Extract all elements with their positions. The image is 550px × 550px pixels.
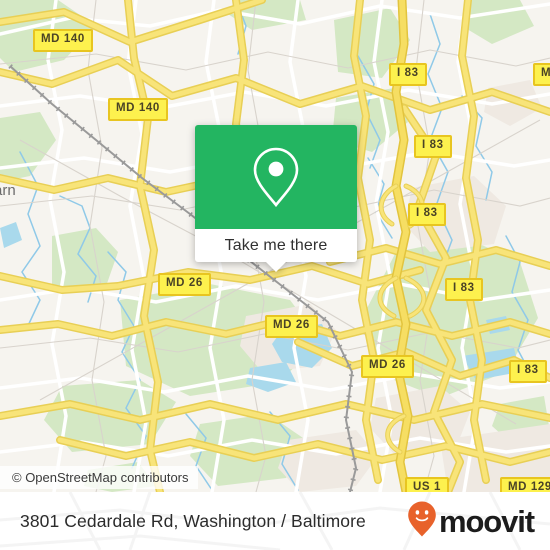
- road-shield-md-140-north[interactable]: MD 140: [33, 29, 93, 52]
- address-label: 3801 Cedardale Rd, Washington / Baltimor…: [20, 510, 366, 531]
- road-shield-us-1[interactable]: US 1: [405, 477, 449, 492]
- road-shield-i-83-north[interactable]: I 83: [389, 63, 427, 86]
- footer-content: 3801 Cedardale Rd, Washington / Baltimor…: [0, 492, 550, 550]
- callout-pointer: [265, 261, 287, 272]
- take-me-there-label: Take me there: [224, 236, 328, 254]
- map-place-label: arn: [0, 182, 16, 199]
- take-me-there-button[interactable]: Take me there: [195, 229, 357, 272]
- footer-bar: 3801 Cedardale Rd, Washington / Baltimor…: [0, 492, 550, 550]
- moovit-wordmark: moovit: [438, 503, 535, 539]
- moovit-logo[interactable]: moovit: [407, 500, 535, 543]
- map-canvas[interactable]: arn MD 140 MD 140 I 83 MD I 83 I 83 MD 2…: [0, 0, 550, 492]
- road-shield-md-26-west[interactable]: MD 26: [158, 273, 211, 296]
- map-pin-icon: [251, 146, 301, 208]
- road-shield-i-83-south[interactable]: I 83: [509, 360, 547, 383]
- map-attribution[interactable]: © OpenStreetMap contributors: [0, 466, 198, 489]
- road-shield-i-83-lower-mid[interactable]: I 83: [408, 203, 446, 226]
- road-shield-i-83-park[interactable]: I 83: [445, 278, 483, 301]
- road-shield-i-83-mid[interactable]: I 83: [414, 135, 452, 158]
- moovit-map-share-card: arn MD 140 MD 140 I 83 MD I 83 I 83 MD 2…: [0, 0, 550, 550]
- road-shield-md-26-center[interactable]: MD 26: [265, 315, 318, 338]
- road-shield-md-26-east[interactable]: MD 26: [361, 355, 414, 378]
- location-callout-card[interactable]: Take me there: [195, 125, 357, 272]
- moovit-pin-smiley-icon: [407, 500, 437, 543]
- road-shield-md-129[interactable]: MD 129: [500, 477, 550, 492]
- road-shield-md-140-south[interactable]: MD 140: [108, 98, 168, 121]
- map-attribution-text: © OpenStreetMap contributors: [12, 470, 189, 485]
- callout-pin-panel: [195, 125, 357, 229]
- road-shield-md-edge[interactable]: MD: [533, 63, 550, 86]
